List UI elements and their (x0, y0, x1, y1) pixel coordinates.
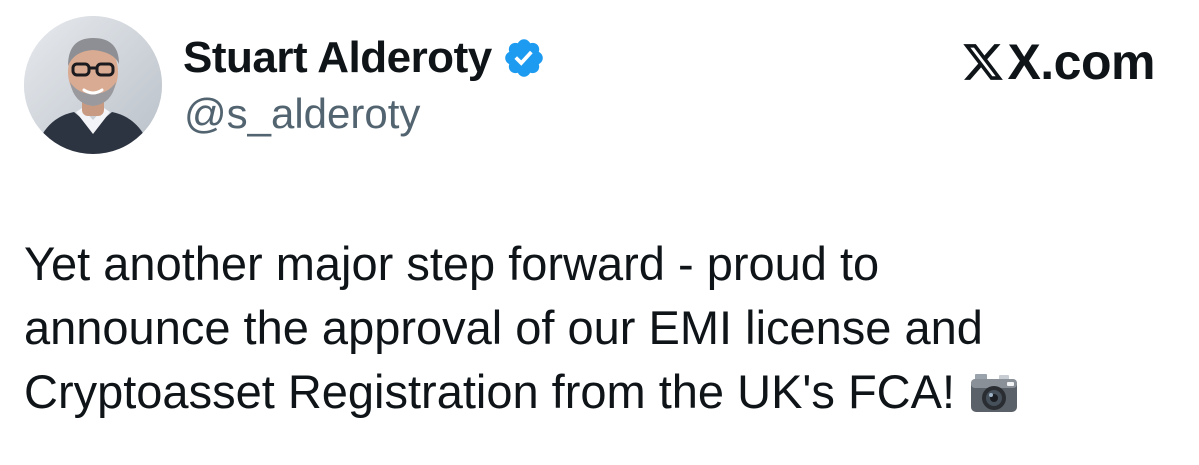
verified-badge-icon (502, 36, 546, 80)
brand-watermark: X.com (961, 34, 1155, 90)
author-name-row: Stuart Alderoty (183, 28, 546, 88)
tweet-line-last: Cryptoasset Registration from the UK's F… (24, 360, 1174, 424)
brand-label: X.com (1007, 34, 1155, 90)
profile-photo-icon (24, 16, 162, 154)
author-display-name[interactable]: Stuart Alderoty (183, 36, 492, 80)
camera-with-flash-icon (969, 366, 1019, 412)
tweet-text: Yet another major step forward - proud t… (24, 232, 1174, 424)
tweet-line-text: Cryptoasset Registration from the UK's F… (24, 365, 956, 418)
tweet-line: announce the approval of our EMI license… (24, 301, 983, 354)
avatar[interactable] (24, 16, 162, 154)
author-handle[interactable]: @s_alderoty (184, 93, 420, 135)
x-logo-icon (961, 40, 1005, 84)
tweet-line: Yet another major step forward - proud t… (24, 237, 880, 290)
tweet-card: Stuart Alderoty @s_alderoty X.com Yet an… (0, 0, 1199, 465)
